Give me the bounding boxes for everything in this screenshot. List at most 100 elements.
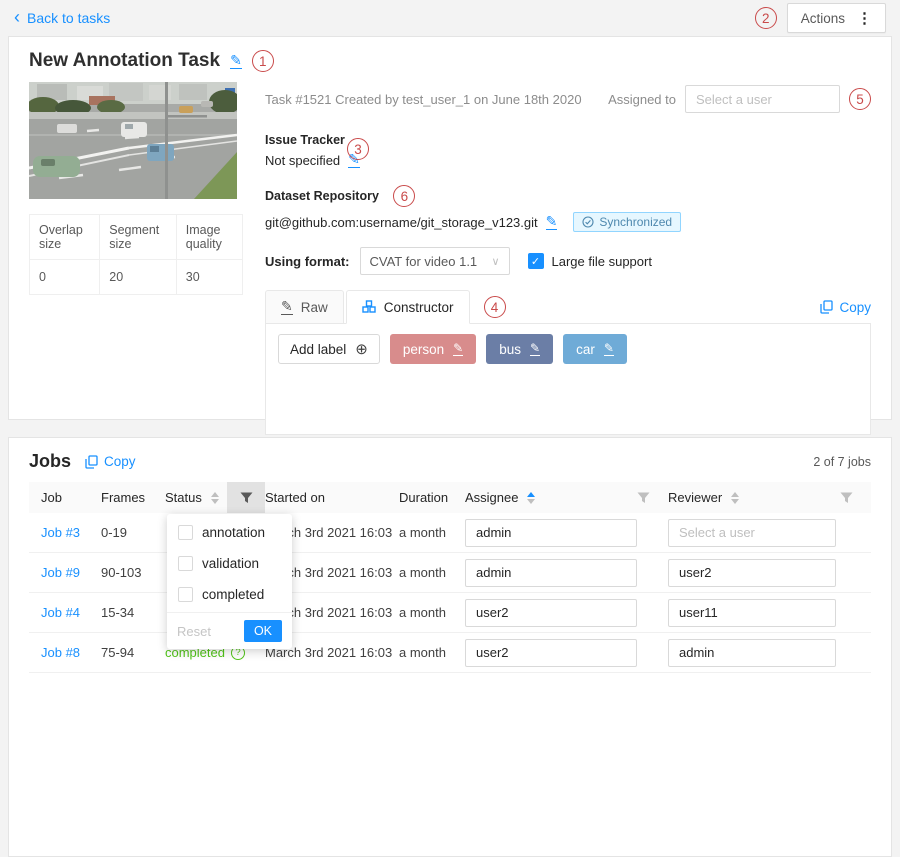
checkbox-completed[interactable] [178, 587, 193, 602]
reviewer-input[interactable] [668, 519, 836, 547]
filter-funnel-icon [840, 492, 853, 504]
tab-raw[interactable]: ✎ Raw [265, 290, 344, 324]
job-frames: 15-34 [101, 605, 165, 620]
edit-label-icon[interactable]: ✎ [530, 342, 540, 356]
job-link[interactable]: Job #4 [41, 605, 80, 620]
using-format-label: Using format: [265, 254, 350, 269]
labels-copy-button[interactable]: Copy [820, 300, 871, 315]
assignee-sort-carets[interactable] [527, 492, 535, 504]
col-status[interactable]: Status [165, 482, 227, 513]
checkbox-validation[interactable] [178, 556, 193, 571]
jobs-copy-button[interactable]: Copy [85, 454, 136, 469]
col-started: Started on [265, 482, 399, 513]
param-header-quality: Image quality [176, 215, 242, 260]
filter-option-validation[interactable]: validation [167, 548, 292, 579]
col-reviewer-label: Reviewer [668, 490, 722, 505]
callout-6: 6 [393, 185, 415, 207]
add-label-button[interactable]: Add label ⊕ [278, 334, 380, 364]
assignee-input[interactable] [465, 599, 637, 627]
param-value-quality: 30 [176, 260, 242, 295]
filter-option-annotation[interactable]: annotation [167, 517, 292, 548]
col-assignee[interactable]: Assignee [465, 482, 668, 513]
copy-icon [85, 455, 98, 469]
jobs-table: Job Frames Status Started on Duration As… [29, 482, 871, 673]
kebab-menu-icon[interactable]: ⋮ [857, 9, 872, 27]
param-header-segment: Segment size [100, 215, 177, 260]
edit-label-icon[interactable]: ✎ [453, 342, 463, 356]
dataset-repository-url: git@github.com:username/git_storage_v123… [265, 215, 538, 230]
task-card: New Annotation Task ✎ 1 [8, 36, 892, 420]
job-link[interactable]: Job #3 [41, 525, 80, 540]
assignee-input[interactable] [465, 639, 637, 667]
reviewer-input[interactable] [668, 559, 836, 587]
dataset-repository-label: Dataset Repository [265, 189, 379, 203]
callout-4: 4 [484, 296, 506, 318]
jobs-card: Jobs Copy 2 of 7 jobs Job Frames Status [8, 437, 892, 857]
status-filter-button[interactable] [227, 482, 265, 513]
col-job: Job [29, 482, 101, 513]
edit-title-icon[interactable]: ✎ [230, 53, 242, 69]
assignee-filter-button[interactable] [637, 492, 650, 504]
reviewer-filter-button[interactable] [840, 492, 853, 504]
task-title: New Annotation Task [29, 50, 220, 72]
job-link[interactable]: Job #8 [41, 645, 80, 660]
large-file-checkbox[interactable]: ✓ [528, 253, 544, 269]
filter-option-validation-label: validation [202, 556, 259, 571]
filter-option-annotation-label: annotation [202, 525, 265, 540]
table-row: Job #8 75-94 completed ? March 3rd 2021 … [29, 633, 871, 673]
back-link-label: Back to tasks [27, 10, 110, 26]
assignee-input[interactable] [465, 559, 637, 587]
assigned-to-input[interactable] [685, 85, 840, 113]
col-reviewer[interactable]: Reviewer [668, 482, 871, 513]
label-bus-name: bus [499, 342, 521, 357]
jobs-table-header: Job Frames Status Started on Duration As… [29, 482, 871, 513]
edit-repository-icon[interactable]: ✎ [546, 214, 558, 230]
label-tag-person[interactable]: person ✎ [390, 334, 476, 364]
copy-icon [820, 300, 833, 314]
task-preview-image [29, 82, 237, 199]
col-frames: Frames [101, 482, 165, 513]
reviewer-input[interactable] [668, 639, 836, 667]
task-params-table: Overlap size Segment size Image quality … [29, 214, 243, 295]
label-tag-car[interactable]: car ✎ [563, 334, 627, 364]
job-duration: a month [399, 605, 465, 620]
filter-reset-button[interactable]: Reset [177, 624, 211, 639]
filter-ok-button[interactable]: OK [244, 620, 282, 642]
tab-constructor[interactable]: Constructor [346, 290, 470, 324]
status-sort-carets[interactable] [211, 492, 219, 504]
pencil-icon: ✎ [281, 299, 293, 315]
job-link[interactable]: Job #9 [41, 565, 80, 580]
jobs-title: Jobs [29, 451, 71, 472]
table-row: Job #9 90-103 March 3rd 2021 16:03 a mon… [29, 553, 871, 593]
jobs-copy-label: Copy [104, 454, 136, 469]
actions-button[interactable]: Actions ⋮ [787, 3, 886, 33]
reviewer-input[interactable] [668, 599, 836, 627]
reviewer-sort-carets[interactable] [731, 492, 739, 504]
table-row: Job #4 15-34 March 3rd 2021 16:03 a mont… [29, 593, 871, 633]
sync-badge-label: Synchronized [599, 215, 672, 229]
tab-constructor-label: Constructor [384, 300, 454, 315]
issue-tracker-value: Not specified [265, 153, 340, 168]
back-to-tasks-link[interactable]: ‹ Back to tasks [14, 10, 110, 26]
format-select[interactable]: CVAT for video 1.1 ∨ [360, 247, 510, 275]
tab-raw-label: Raw [301, 300, 328, 315]
actions-label: Actions [801, 11, 845, 26]
checkbox-annotation[interactable] [178, 525, 193, 540]
table-row: Job #3 0-19 March 3rd 2021 16:03 a month [29, 513, 871, 553]
filter-funnel-icon [637, 492, 650, 504]
label-tag-bus[interactable]: bus ✎ [486, 334, 553, 364]
job-duration: a month [399, 565, 465, 580]
job-frames: 0-19 [101, 525, 165, 540]
job-frames: 90-103 [101, 565, 165, 580]
callout-3: 3 [347, 138, 369, 160]
col-assignee-label: Assignee [465, 490, 518, 505]
plus-circle-icon: ⊕ [355, 342, 368, 357]
filter-funnel-icon [240, 492, 253, 504]
filter-option-completed[interactable]: completed [167, 579, 292, 610]
param-header-overlap: Overlap size [30, 215, 100, 260]
assignee-input[interactable] [465, 519, 637, 547]
edit-label-icon[interactable]: ✎ [604, 342, 614, 356]
job-duration: a month [399, 645, 465, 660]
callout-2: 2 [755, 7, 777, 29]
check-circle-icon [582, 216, 594, 228]
